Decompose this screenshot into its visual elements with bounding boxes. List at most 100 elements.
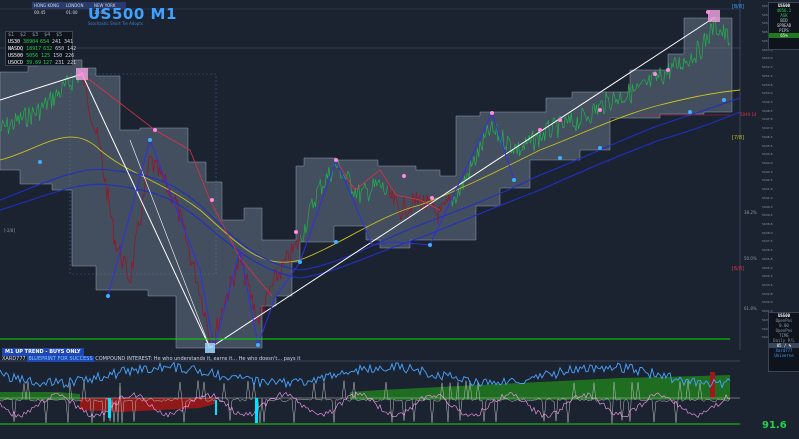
- watchlist-value: 650: [55, 46, 65, 52]
- price-axis-label: 5044.8: [762, 152, 773, 157]
- swing-high-dot: [153, 128, 157, 132]
- watchlist-panel: $1 $2 $3 $4 $5 US30 38904 654 241 341 NA…: [5, 31, 76, 67]
- trading-chart[interactable]: HONG KONG 00:45 LONDON 01:00 NEW YORK 10…: [0, 0, 799, 439]
- watchlist-value: 18917: [26, 46, 42, 52]
- swing-high-dot: [598, 108, 602, 112]
- account-panel-bottom: US500 OpenPos 0.00 OpenPos TIME Daily P/…: [768, 312, 799, 372]
- fib-label-382: 38.2%: [744, 210, 757, 215]
- watchlist-symbol: USOCD: [8, 60, 24, 66]
- watchlist-value: 241: [52, 39, 62, 45]
- price-axis-label: 5049.3: [762, 99, 773, 104]
- red-level-label: 5049.14: [740, 112, 757, 117]
- watchlist-value: 127: [43, 60, 53, 66]
- swing-low-dot: [334, 240, 338, 244]
- swing-low-dot: [38, 160, 42, 164]
- swing-low-dot: [722, 98, 726, 102]
- watchlist-row[interactable]: NASDQ 18917 632 650 142: [6, 46, 76, 53]
- swing-high-dot: [538, 128, 542, 132]
- watchlist-value: 221: [67, 60, 77, 66]
- price-axis-label: 5040.3: [762, 204, 773, 209]
- price-axis-label: 5038.8: [762, 221, 773, 226]
- fib-label-500: 50.0%: [744, 256, 757, 261]
- watchlist-header: $1 $2 $3 $4 $5: [6, 32, 72, 39]
- murray-label-m2-8: [-2/8]: [4, 228, 16, 233]
- price-axis-label: 5050.8: [762, 82, 773, 87]
- watchlist-row[interactable]: US30 38904 654 241 341: [6, 39, 74, 46]
- price-axis-label: 5038.0: [762, 230, 773, 235]
- watchlist-value: 226: [65, 53, 75, 59]
- oscillator-red-bar: [710, 372, 715, 398]
- swing-low-dot: [106, 294, 110, 298]
- price-axis-label: 5043.3: [762, 169, 773, 174]
- watchlist-value: 231: [55, 60, 65, 66]
- price-chart-canvas[interactable]: [0, 0, 799, 439]
- swing-low-dot: [688, 110, 692, 114]
- price-axis-label: 5053.0: [762, 56, 773, 61]
- swing-high-dot: [430, 196, 434, 200]
- swing-low-dot: [598, 146, 602, 150]
- watchlist-symbol: NASDQ: [8, 46, 24, 52]
- watchlist-symbol: US30: [8, 39, 21, 45]
- swing-high-dot: [666, 68, 670, 72]
- watchlist-row[interactable]: US500 5056 125 150 226: [6, 53, 75, 60]
- price-axis[interactable]: 5057.55056.85056.05055.35054.55053.85053…: [762, 0, 773, 350]
- watchlist-row[interactable]: USOCD 39.69 127 231 221: [6, 60, 76, 67]
- chart-subtitle: Stochastic Short Tie Adopts: [88, 21, 143, 26]
- price-axis-label: 5033.5: [762, 283, 773, 287]
- watchlist-col-4: $4: [44, 32, 51, 38]
- murray-label-8-8: [8/8]: [732, 4, 744, 10]
- price-axis-label: 5035.0: [762, 265, 773, 270]
- watchlist-symbol: US500: [8, 53, 24, 59]
- price-axis-label: 5045.5: [762, 143, 773, 148]
- session-hongkong: HONG KONG 00:45: [32, 2, 66, 15]
- price-axis-label: 5032.0: [762, 300, 773, 305]
- watchlist-value: 39.69: [26, 60, 42, 66]
- swing-high-dot: [653, 72, 657, 76]
- price-axis-label: 5036.5: [762, 248, 773, 253]
- swing-low-dot: [148, 138, 152, 142]
- watchlist-col-3: $3: [32, 32, 39, 38]
- watchlist-value: 632: [43, 46, 53, 52]
- ticker-prefix: XARD777: [2, 356, 26, 362]
- price-axis-label: 5035.8: [762, 256, 773, 261]
- price-axis-label: 5041.0: [762, 195, 773, 200]
- fib-label-618: 61.8%: [744, 306, 757, 311]
- account-pct: 65%: [769, 33, 799, 38]
- trend-banner: M1 UP TREND - BUYS ONLY: [2, 348, 84, 356]
- watchlist-col-2: $2: [20, 32, 27, 38]
- oscillator-value: 91.6: [762, 420, 787, 431]
- watchlist-value: 341: [64, 39, 74, 45]
- price-axis-label: 5047.0: [762, 126, 773, 131]
- price-axis-label: 5052.3: [762, 65, 773, 69]
- swing-low-dot: [512, 178, 516, 182]
- cyan-marker-1: [108, 398, 111, 418]
- swing-high-dot: [294, 230, 298, 234]
- swing-low-dot: [428, 243, 432, 247]
- price-axis-label: 5032.8: [762, 291, 773, 296]
- watchlist-value: 150: [53, 53, 63, 59]
- watchlist-col-1: $1: [8, 32, 15, 38]
- swing-high-dot: [558, 118, 562, 122]
- swing-low-dot: [298, 260, 302, 264]
- swing-high-dot: [334, 158, 338, 162]
- swing-low-dot: [256, 343, 260, 347]
- swing-high-dot: [80, 72, 84, 76]
- price-axis-label: 5050.0: [762, 91, 773, 96]
- ticker-line: XARD777 BLUEPRINT FOR SUCCESS COMPOUND I…: [2, 356, 301, 363]
- pivot-low-marker: [205, 343, 215, 353]
- price-axis-label: 5039.5: [762, 213, 773, 218]
- watchlist-col-5: $5: [56, 32, 63, 38]
- price-axis-label: 5037.3: [762, 239, 773, 244]
- watchlist-value: 654: [40, 39, 50, 45]
- swing-low-dot: [558, 156, 562, 160]
- murray-label-6-8: [6/8]: [732, 266, 744, 272]
- ticker-text: COMPOUND INTEREST: He who understands it…: [95, 356, 301, 362]
- swing-high-dot: [706, 10, 710, 14]
- watchlist-value: 5056: [26, 53, 39, 59]
- murray-label-7-8: [7/8]: [732, 135, 744, 141]
- price-axis-label: 5041.8: [762, 187, 773, 192]
- price-axis-label: 5047.8: [762, 117, 773, 122]
- watchlist-value: 38904: [23, 39, 39, 45]
- account-panel-top: US500 4056.1 ASK BID SPREAD PIPS 65%: [768, 2, 799, 50]
- watchlist-value: 125: [41, 53, 51, 59]
